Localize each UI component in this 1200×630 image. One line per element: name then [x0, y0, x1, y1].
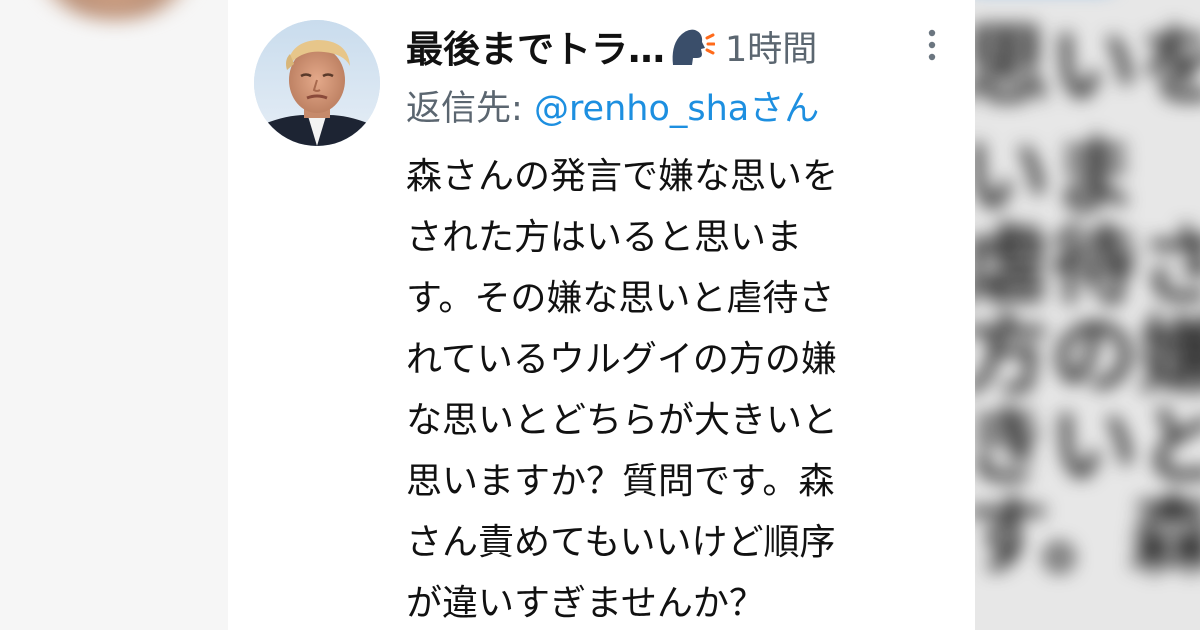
tweet-text-line: れているウルグイの方の嫌 — [406, 339, 837, 380]
tweet-text-line: された方はいると思いま — [406, 217, 803, 258]
tweet-text-line: す。その嫌な思いと虐待さ — [406, 278, 835, 319]
reply-prefix: 返信先: — [406, 89, 523, 129]
tweet-text-line: が違いすぎませんか？ — [406, 583, 765, 624]
tweet-text-line: さん責めてもいいけど順序 — [406, 522, 836, 563]
tweet-header: 最後までトラ… 1時間 — [406, 20, 817, 72]
tweet-card[interactable]: 最後までトラ… 1時間 返信先: @renho_shaさん 森さんの発言で嫌な思… — [228, 0, 975, 630]
reply-handle-link[interactable]: @renho_shaさん — [534, 89, 819, 129]
screenshot-stage: 思いを いま 虐待さ 方の嫌 きいと す。森 最後までトラ… 1時間 返信先: … — [0, 0, 1200, 630]
tweet-text: 森さんの発言で嫌な思いを された方はいると思いま す。その嫌な思いと虐待さ れて… — [406, 146, 966, 630]
speaking-head-icon — [669, 25, 716, 67]
blurred-left-panel — [0, 0, 228, 630]
profile-photo-icon — [254, 20, 380, 146]
more-vertical-icon[interactable] — [926, 28, 938, 62]
tweet-text-line: な思いとどちらが大きいと — [406, 400, 839, 441]
reply-context: 返信先: @renho_shaさん — [406, 80, 819, 131]
display-name[interactable]: 最後までトラ… — [406, 19, 665, 73]
tweet-text-line: 思いますか？質問です。森 — [406, 461, 835, 502]
timestamp[interactable]: 1時間 — [725, 21, 817, 72]
avatar[interactable] — [254, 20, 380, 146]
blurred-right-panel: 思いを いま 虐待さ 方の嫌 きいと す。森 — [975, 0, 1200, 630]
tweet-text-line: 森さんの発言で嫌な思いを — [406, 156, 839, 197]
